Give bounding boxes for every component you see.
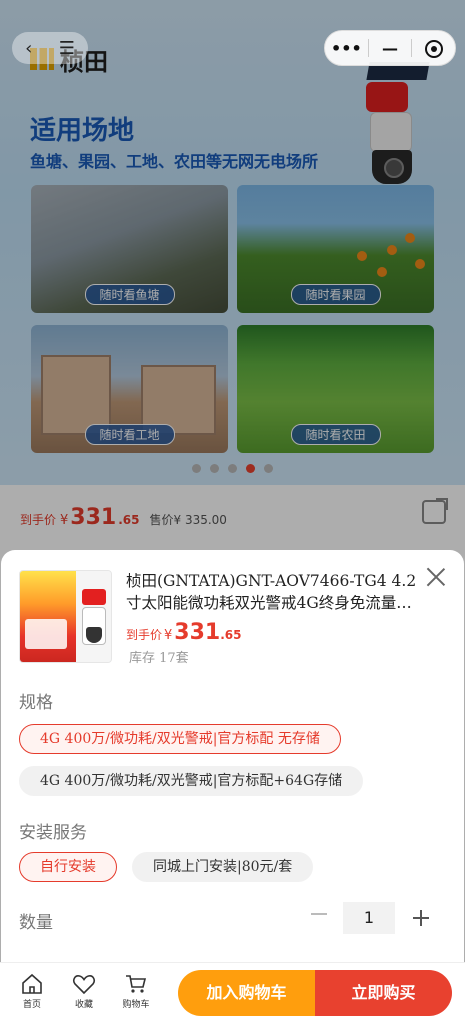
product-thumbnail	[19, 570, 112, 663]
bottom-action-bar: 首页 收藏 购物车 加入购物车 立即购买	[0, 962, 465, 1022]
cart-icon	[126, 975, 147, 993]
close-icon[interactable]	[425, 566, 447, 588]
spec-option-no-storage[interactable]: 4G 400万/微功耗/双光警戒|官方标配 无存储	[19, 724, 341, 754]
price-integer: 331	[174, 620, 221, 645]
quantity-decrease-button[interactable]	[309, 904, 329, 924]
tab-home[interactable]: 首页	[12, 973, 52, 1010]
minimize-icon[interactable]: —	[369, 39, 412, 58]
price-label: 到手价	[126, 628, 163, 642]
add-to-cart-button[interactable]: 加入购物车	[178, 970, 315, 1016]
install-service-label: 安装服务	[19, 823, 87, 843]
price-decimal: .65	[220, 628, 242, 642]
spec-label: 规格	[19, 693, 53, 713]
tab-cart-label: 购物车	[122, 1000, 150, 1010]
home-icon	[22, 973, 42, 994]
quantity-increase-button[interactable]	[411, 908, 431, 928]
heart-icon	[73, 975, 95, 995]
quantity-input[interactable]: 1	[343, 902, 395, 934]
sheet-price: 到手价 ¥ 331 .65	[126, 620, 242, 645]
tab-favorite[interactable]: 收藏	[64, 973, 104, 1010]
product-title: 桢田(GNTATA)GNT-AOV7466-TG4 4.2寸太阳能微功耗双光警戒…	[126, 572, 417, 612]
back-icon[interactable]: ‹	[25, 38, 32, 59]
currency-symbol: ¥	[164, 628, 173, 643]
quantity-label: 数量	[19, 913, 53, 933]
nav-back-group[interactable]: ‹ ☰	[12, 32, 88, 64]
tab-favorite-label: 收藏	[74, 1000, 93, 1010]
buy-now-button[interactable]: 立即购买	[315, 970, 452, 1016]
install-option-onsite[interactable]: 同城上门安装|80元/套	[132, 852, 314, 882]
stock-count: 库存 17套	[129, 651, 189, 666]
spec-option-64g-storage[interactable]: 4G 400万/微功耗/双光警戒|官方标配+64G存储	[19, 766, 364, 796]
target-icon	[424, 39, 443, 58]
install-option-self[interactable]: 自行安装	[19, 852, 117, 882]
menu-icon[interactable]: ☰	[59, 38, 75, 59]
close-app-button[interactable]	[412, 38, 455, 58]
tab-cart[interactable]: 购物车	[116, 973, 156, 1010]
more-icon[interactable]: •••	[325, 39, 368, 58]
tab-home-label: 首页	[22, 1000, 41, 1010]
miniprogram-capsule: ••• —	[324, 30, 456, 66]
sku-selection-sheet: 桢田(GNTATA)GNT-AOV7466-TG4 4.2寸太阳能微功耗双光警戒…	[1, 550, 464, 1022]
